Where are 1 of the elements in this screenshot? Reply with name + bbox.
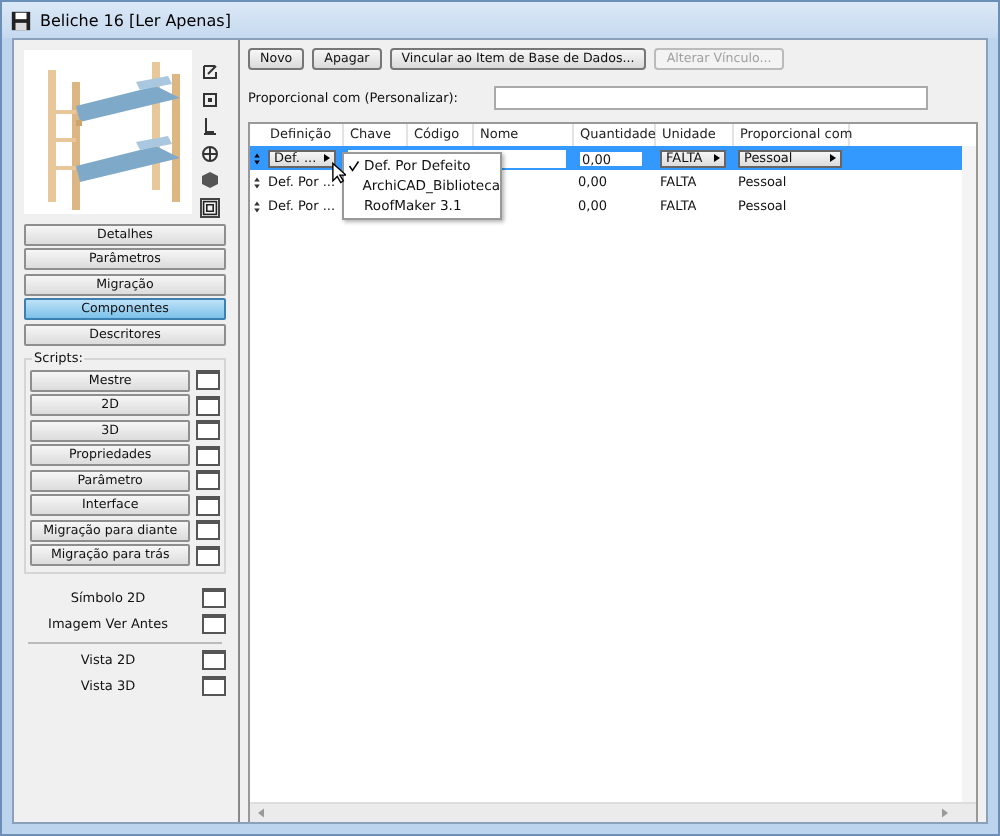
window-title: Beliche 16 [Ler Apenas] xyxy=(40,11,231,29)
